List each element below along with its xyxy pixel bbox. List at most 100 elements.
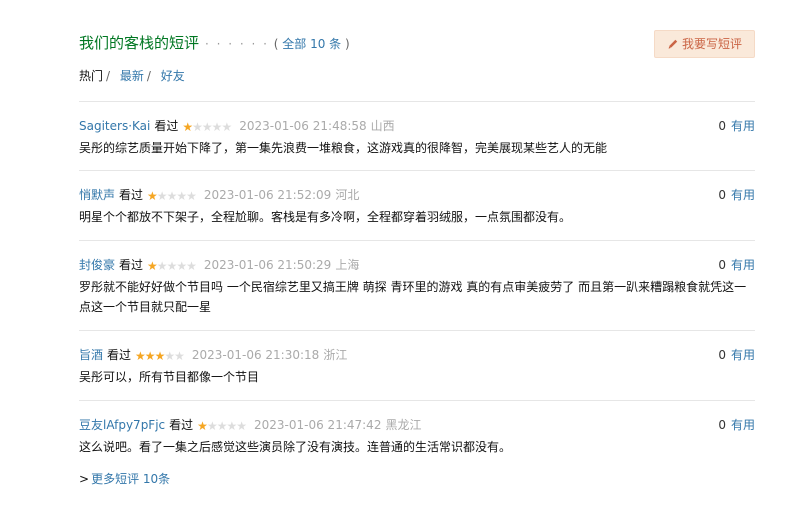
rating-stars: ★★★★★	[135, 348, 185, 364]
comment-meta: 旨酒 看过 ★★★★★ 2023-01-06 21:30:18 浙江	[79, 347, 347, 364]
comment-list: Sagiters·Kai 看过 ★★★★★ 2023-01-06 21:48:58 山西…	[79, 101, 755, 470]
comment-location: 浙江	[323, 348, 348, 362]
star-empty-icon: ★	[176, 189, 187, 203]
useful-count: 0	[718, 119, 726, 133]
section-title-text: 我们的客栈的短评	[79, 34, 200, 52]
useful-vote: 0 有用	[718, 118, 755, 134]
watched-status: 看过	[154, 119, 179, 133]
all-open-paren: (	[273, 37, 279, 51]
comment-text: 罗彤就不能好好做个节目吗 一个民宿综艺里又搞王牌 萌探 青环里的游戏 真的有点审…	[79, 280, 747, 314]
star-empty-icon: ★	[216, 419, 228, 433]
star-empty-icon: ★	[156, 259, 168, 273]
tab-hot[interactable]: 热门	[79, 69, 103, 83]
rating-stars: ★★★★★	[147, 258, 197, 274]
star-empty-icon: ★	[186, 259, 197, 273]
comment-meta: 封俊豪 看过 ★★★★★ 2023-01-06 21:50:29 上海	[79, 257, 359, 274]
star-empty-icon: ★	[226, 419, 237, 433]
all-comments-count: ( 全部 10 条 )	[274, 37, 350, 51]
comment-location: 河北	[335, 188, 360, 202]
watched-status: 看过	[107, 348, 132, 362]
star-empty-icon: ★	[176, 259, 187, 273]
tab-newest[interactable]: 最新	[120, 69, 144, 83]
useful-count: 0	[718, 258, 726, 272]
comment-location: 上海	[335, 258, 360, 272]
star-empty-icon: ★	[164, 349, 175, 363]
comment-text: 这么说吧。看了一集之后感觉这些演员除了没有演技。连普通的生活常识都没有。	[79, 440, 512, 454]
star-empty-icon: ★	[221, 120, 232, 134]
comment-time: 2023-01-06 21:52:09	[203, 188, 332, 202]
comment-item: 豆友lAfpy7pFjc 看过 ★★★★★ 2023-01-06 21:47:42 黑龙…	[79, 400, 755, 470]
star-empty-icon: ★	[236, 419, 247, 433]
rating-stars: ★★★★★	[182, 119, 232, 135]
comment-text: 明星个个都放不下架子，全程尬聊。客栈是有多冷啊，全程都穿着羽绒服，一点氛围都没有…	[79, 210, 572, 224]
comment-user-link[interactable]: Sagiters·Kai	[79, 119, 150, 133]
more-comments-link[interactable]: 更多短评 10条	[91, 472, 170, 486]
useful-button[interactable]: 有用	[731, 348, 755, 362]
star-filled-icon: ★	[147, 259, 158, 273]
star-filled-icon: ★	[197, 419, 208, 433]
tab-separator: /	[146, 69, 151, 83]
comment-user-link[interactable]: 豆友lAfpy7pFjc	[79, 418, 165, 432]
watched-status: 看过	[119, 188, 144, 202]
tab-separator: /	[106, 69, 111, 83]
comment-time: 2023-01-06 21:30:18	[191, 348, 320, 362]
star-empty-icon: ★	[211, 120, 223, 134]
comment-user-link[interactable]: 悄默声	[79, 188, 115, 202]
all-close-paren: )	[345, 37, 350, 51]
comment-meta: Sagiters·Kai 看过 ★★★★★ 2023-01-06 21:48:58 山西	[79, 118, 395, 135]
useful-button[interactable]: 有用	[731, 418, 755, 432]
useful-vote: 0 有用	[718, 187, 755, 203]
comment-meta: 豆友lAfpy7pFjc 看过 ★★★★★ 2023-01-06 21:47:42 黑龙…	[79, 417, 421, 434]
comment-time: 2023-01-06 21:47:42	[254, 418, 382, 432]
useful-button[interactable]: 有用	[731, 119, 755, 133]
star-empty-icon: ★	[166, 189, 178, 203]
comment-item: 封俊豪 看过 ★★★★★ 2023-01-06 21:50:29 上海 0 有用 罗彤就不…	[79, 240, 755, 330]
useful-count: 0	[718, 188, 726, 202]
star-empty-icon: ★	[166, 259, 178, 273]
section-title: 我们的客栈的短评 · · · · · · ( 全部 10 条 )	[79, 33, 350, 54]
more-arrow: >	[79, 472, 90, 486]
rating-stars: ★★★★★	[147, 188, 197, 204]
pencil-icon	[668, 39, 678, 49]
star-filled-icon: ★	[154, 349, 166, 363]
comment-item: Sagiters·Kai 看过 ★★★★★ 2023-01-06 21:48:58 山西…	[79, 101, 755, 170]
useful-count: 0	[718, 348, 726, 362]
star-empty-icon: ★	[156, 189, 168, 203]
title-dots: · · · · · ·	[205, 37, 269, 51]
useful-vote: 0 有用	[718, 347, 755, 363]
comment-item: 悄默声 看过 ★★★★★ 2023-01-06 21:52:09 河北 0 有用 明星个个…	[79, 170, 755, 240]
star-empty-icon: ★	[206, 419, 218, 433]
more-comments: > 更多短评 10条	[79, 471, 170, 487]
write-comment-button[interactable]: 我要写短评	[653, 30, 755, 58]
star-filled-icon: ★	[144, 349, 156, 363]
useful-vote: 0 有用	[718, 257, 755, 273]
comment-text: 吴彤的综艺质量开始下降了，第一集先浪费一堆粮食，这游戏真的很降智，完美展现某些艺…	[79, 141, 608, 155]
watched-status: 看过	[119, 258, 144, 272]
comment-location: 山西	[370, 119, 395, 133]
comment-time: 2023-01-06 21:48:58	[239, 119, 367, 133]
comment-time: 2023-01-06 21:50:29	[203, 258, 332, 272]
comment-location: 黑龙江	[385, 418, 422, 432]
comment-item: 旨酒 看过 ★★★★★ 2023-01-06 21:30:18 浙江 0 有用 吴彤可以，…	[79, 330, 755, 400]
useful-vote: 0 有用	[718, 417, 755, 433]
star-empty-icon: ★	[186, 189, 197, 203]
watched-status: 看过	[169, 418, 194, 432]
star-empty-icon: ★	[192, 120, 203, 134]
all-comments-link[interactable]: 全部 10 条	[282, 37, 341, 51]
useful-button[interactable]: 有用	[731, 188, 755, 202]
comment-user-link[interactable]: 旨酒	[79, 348, 103, 362]
star-filled-icon: ★	[182, 120, 193, 134]
star-empty-icon: ★	[174, 349, 185, 363]
write-comment-label: 我要写短评	[681, 37, 742, 51]
useful-count: 0	[718, 418, 726, 432]
comment-meta: 悄默声 看过 ★★★★★ 2023-01-06 21:52:09 河北	[79, 187, 359, 204]
comment-user-link[interactable]: 封俊豪	[79, 258, 115, 272]
tab-friends[interactable]: 好友	[161, 69, 185, 83]
rating-stars: ★★★★★	[197, 418, 247, 434]
comment-text: 吴彤可以，所有节目都像一个节目	[79, 370, 260, 384]
useful-button[interactable]: 有用	[731, 258, 755, 272]
star-filled-icon: ★	[135, 349, 146, 363]
section-header: 我们的客栈的短评 · · · · · · ( 全部 10 条 ) 我要写短评	[79, 30, 755, 59]
sort-tabs: 热门 / 最新 / 好友	[79, 68, 185, 84]
star-empty-icon: ★	[201, 120, 213, 134]
